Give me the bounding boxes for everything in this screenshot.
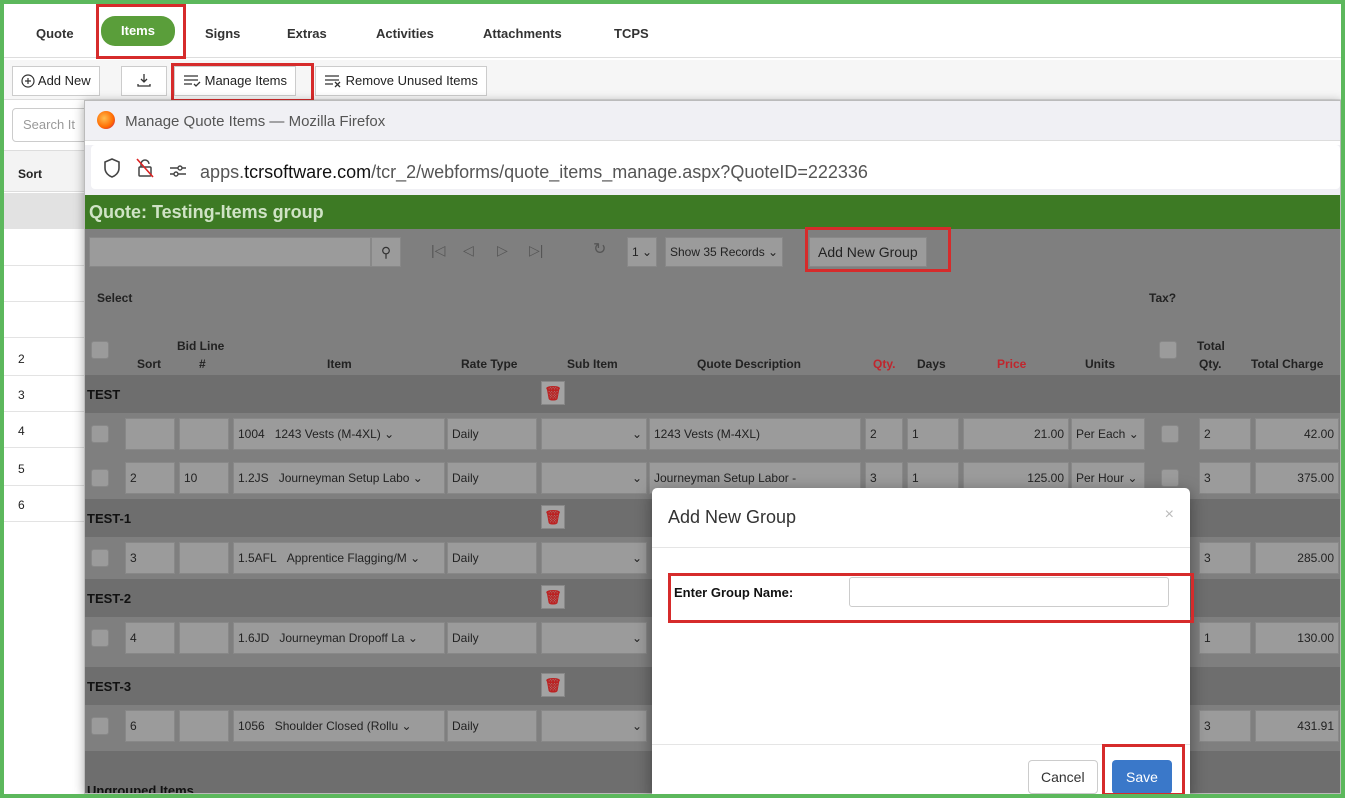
screenshot-border [0,0,1345,798]
